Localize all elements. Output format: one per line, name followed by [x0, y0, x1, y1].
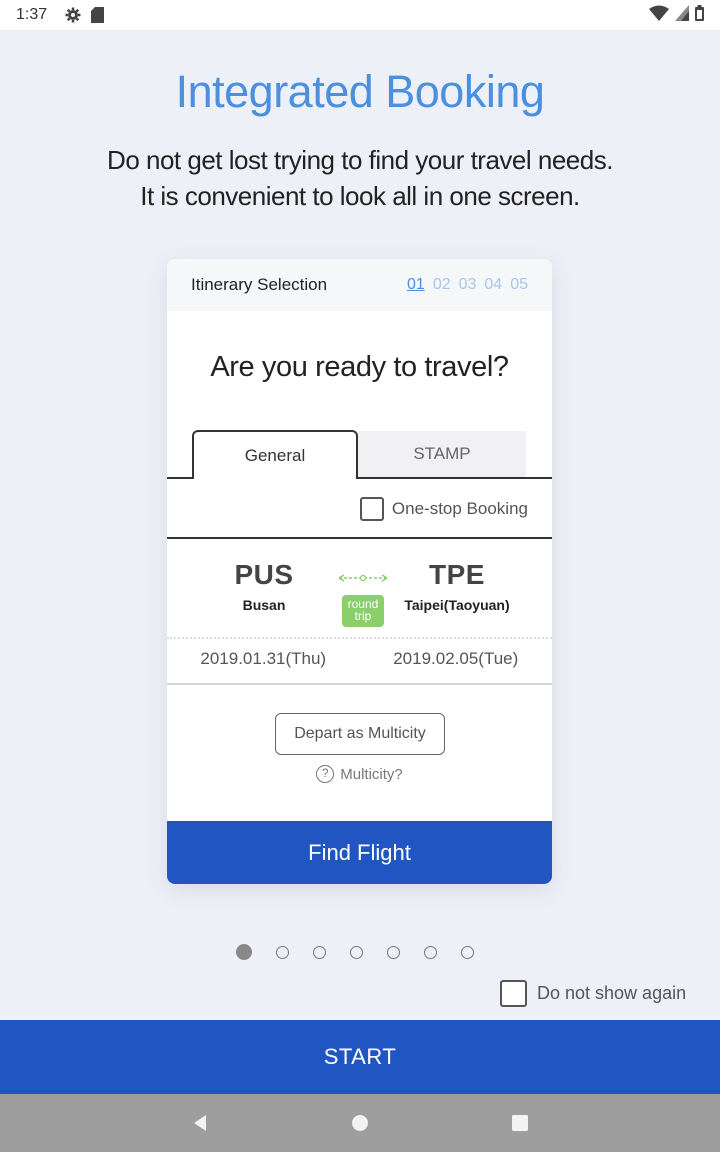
step-01: 01 [407, 276, 425, 293]
card-question: Are you ready to travel? [210, 351, 509, 383]
battery-icon [695, 4, 704, 26]
booking-preview-card: Itinerary Selection 01 02 03 04 05 Are y… [167, 259, 552, 884]
page-dot-6[interactable] [424, 945, 437, 959]
recents-icon[interactable] [500, 1103, 540, 1143]
destination-name: Taipei(Taoyuan) [404, 597, 510, 613]
back-icon[interactable] [180, 1103, 220, 1143]
gear-icon [65, 7, 81, 23]
multicity-help-label: Multicity? [340, 765, 403, 783]
step-indicator: 01 02 03 04 05 [407, 276, 528, 294]
signal-icon [675, 4, 689, 26]
round-trip-arrow-icon [338, 574, 388, 582]
page-dot-2[interactable] [276, 945, 289, 959]
dotted-divider [167, 637, 552, 639]
destination-code: TPE [429, 559, 485, 590]
one-stop-label: One-stop Booking [391, 499, 528, 518]
one-stop-checkbox [359, 497, 384, 521]
system-nav-bar [0, 1094, 720, 1152]
destination-city: TPE Taipei(Taoyuan) [387, 559, 527, 613]
origin-name: Busan [242, 597, 286, 613]
sd-card-icon [91, 7, 105, 23]
wifi-icon [649, 5, 669, 26]
card-header-title: Itinerary Selection [191, 275, 328, 294]
page-dot-5[interactable] [387, 945, 400, 959]
return-date: 2019.02.05(Tue) [393, 649, 519, 668]
step-02: 02 [432, 276, 451, 293]
page-indicator [236, 944, 474, 960]
status-time: 1:37 [16, 6, 48, 23]
step-04: 04 [484, 276, 503, 293]
page-dot-4[interactable] [350, 945, 363, 959]
do-not-show-again-checkbox[interactable] [500, 980, 527, 1007]
travel-dates: 2019.01.31(Thu) 2019.02.05(Tue) [167, 649, 552, 669]
route-summary: PUS Busan round trip TPE Taipei(Taoyuan) [167, 559, 552, 629]
step-03: 03 [458, 276, 477, 293]
help-icon: ? [316, 765, 335, 783]
subtitle-line-1: Do not get lost trying to find your trav… [107, 145, 613, 175]
page-title: Integrated Booking [175, 66, 545, 117]
round-trip-badge: round trip [342, 595, 384, 627]
tab-general: General [192, 430, 358, 479]
subtitle-line-2: It is convenient to look all in one scre… [140, 181, 580, 211]
divider [167, 537, 552, 539]
page-dot-3[interactable] [313, 945, 326, 959]
home-icon[interactable] [340, 1103, 380, 1143]
divider [167, 683, 552, 685]
step-05: 05 [510, 276, 528, 293]
do-not-show-again-label[interactable]: Do not show again [537, 983, 686, 1004]
page-dot-1[interactable] [236, 944, 252, 960]
find-flight-button: Find Flight [167, 821, 552, 884]
status-bar: 1:37 [0, 0, 720, 30]
card-header: Itinerary Selection 01 02 03 04 05 [167, 259, 552, 311]
depart-date: 2019.01.31(Thu) [200, 649, 327, 668]
page-subtitle: Do not get lost trying to find your trav… [0, 142, 720, 214]
tab-stamp: STAMP [358, 431, 526, 477]
multicity-help: ? Multicity? [167, 765, 552, 783]
start-button[interactable]: START [0, 1020, 720, 1094]
round-trip-line-2: trip [354, 609, 372, 623]
one-stop-booking-option: One-stop Booking [359, 497, 528, 521]
origin-code: PUS [234, 559, 294, 590]
do-not-show-again-option[interactable]: Do not show again [500, 980, 686, 1007]
depart-as-multicity-button: Depart as Multicity [275, 713, 445, 755]
origin-city: PUS Busan [194, 559, 334, 613]
page-dot-7[interactable] [461, 945, 474, 959]
booking-tabs: General STAMP [167, 429, 552, 479]
